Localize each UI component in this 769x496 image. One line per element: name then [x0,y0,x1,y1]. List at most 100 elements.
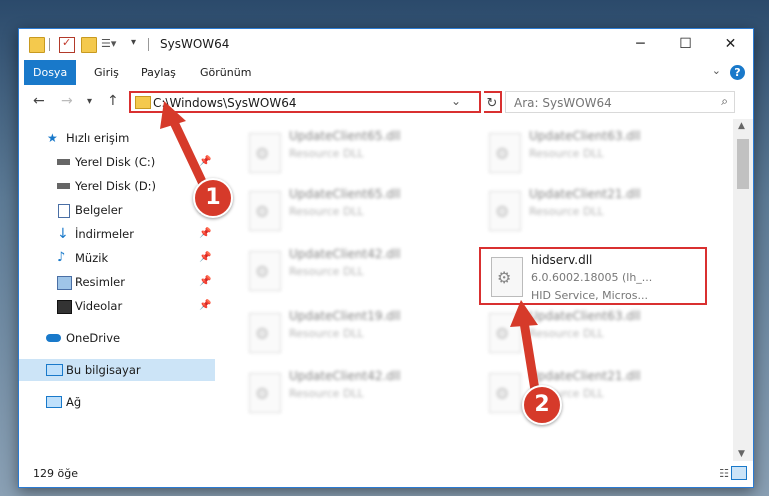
folder-icon [135,96,151,109]
dll-file-icon [249,373,281,413]
quick-access-dropdown-icon[interactable]: ▾ [131,37,145,51]
scroll-down-icon[interactable]: ▼ [738,449,745,459]
videos-icon [57,300,72,314]
address-dropdown-icon[interactable]: ⌄ [451,94,461,108]
file-list: UpdateClient65.dll Resource DLL UpdateCl… [215,119,733,461]
sidebar-item-videos[interactable]: Videolar 📌 [19,295,215,317]
new-folder-icon[interactable] [81,37,97,53]
file-item[interactable]: UpdateClient21.dll Resource DLL [479,183,699,239]
file-description: Resource DLL [289,387,364,400]
file-description: HID Service, Micros... [531,289,648,302]
sidebar-item-pictures[interactable]: Resimler 📌 [19,271,215,293]
forward-arrow-icon[interactable]: → [61,93,73,109]
maximize-icon[interactable]: ☐ [663,29,708,60]
step-badge-1: 1 [193,178,233,218]
drive-icon [57,183,70,189]
sidebar-item-documents[interactable]: Belgeler 📌 [19,199,215,221]
back-arrow-icon[interactable]: ← [33,93,45,109]
download-icon: ↓ [57,226,69,242]
expand-ribbon-icon[interactable]: ⌄ [712,64,721,77]
pin-icon: 📌 [199,300,212,311]
dll-file-icon [489,373,521,413]
sidebar-item-label: İndirmeler [75,227,134,241]
network-icon [46,396,62,408]
refresh-icon[interactable]: ↻ [484,91,502,113]
divider [49,38,50,51]
sidebar-item-label: Yerel Disk (C:) [75,155,156,169]
status-bar: 129 öğe ☷ [19,461,753,487]
file-description: Resource DLL [289,265,364,278]
file-item[interactable]: UpdateClient19.dll Resource DLL [239,305,459,361]
file-item[interactable]: UpdateClient65.dll Resource DLL [239,125,459,181]
tab-giris[interactable]: Giriş [85,60,128,85]
dll-file-icon [249,251,281,291]
close-icon[interactable]: ✕ [708,29,753,60]
file-description: Resource DLL [529,327,604,340]
navigation-bar: ← → ▾ ↑ C:\Windows\SysWOW64 ⌄ ↻ ⌕ [19,85,753,119]
pin-icon: 📌 [199,228,212,239]
file-version: 6.0.6002.18005 (lh_... [531,271,653,284]
file-name: UpdateClient19.dll [289,309,401,323]
sidebar-item-music[interactable]: ♪ Müzik 📌 [19,247,215,269]
sidebar-item-label: Videolar [75,299,123,313]
file-item-hidserv[interactable]: hidserv.dll 6.0.6002.18005 (lh_... HID S… [479,247,707,305]
file-name: UpdateClient63.dll [529,129,641,143]
address-bar[interactable]: C:\Windows\SysWOW64 ⌄ [129,91,481,113]
file-name: UpdateClient21.dll [529,369,641,383]
music-icon: ♪ [57,250,66,265]
vertical-scrollbar[interactable]: ▲ ▼ [733,119,753,461]
tab-gorunum[interactable]: Görünüm [191,60,260,85]
customize-quick-access-icon[interactable]: ☰▾ [101,37,116,51]
explorer-window: ☰▾ ▾ SysWOW64 ─ ☐ ✕ Dosya Giriş Paylaş G… [18,28,754,488]
computer-icon [46,364,63,376]
dll-file-icon [489,313,521,353]
file-name: UpdateClient42.dll [289,247,401,261]
details-view-icon[interactable]: ☷ [719,467,729,480]
sidebar-item-network[interactable]: Ağ [19,391,215,413]
dll-file-icon [491,257,523,297]
up-arrow-icon[interactable]: ↑ [107,93,119,109]
tab-dosya[interactable]: Dosya [24,60,77,85]
address-path: C:\Windows\SysWOW64 [153,96,297,110]
sidebar-item-this-pc[interactable]: Bu bilgisayar [19,359,215,381]
file-name: UpdateClient65.dll [289,129,401,143]
sidebar-item-quick-access[interactable]: ★ Hızlı erişim [19,127,215,149]
large-icons-view-icon[interactable] [731,466,747,480]
folder-icon [29,37,45,53]
file-item[interactable]: UpdateClient42.dll Resource DLL [239,365,459,421]
recent-locations-icon[interactable]: ▾ [87,96,92,107]
file-name: hidserv.dll [531,253,593,267]
dll-file-icon [489,191,521,231]
sidebar-item-label: Ağ [66,395,82,409]
file-item[interactable]: UpdateClient21.dll Resource DLL [479,365,699,421]
sidebar-item-onedrive[interactable]: OneDrive [19,327,215,349]
sidebar-item-local-disk-c[interactable]: Yerel Disk (C:) 📌 [19,151,215,173]
documents-icon [58,204,70,218]
file-item[interactable]: UpdateClient65.dll Resource DLL [239,183,459,239]
scroll-up-icon[interactable]: ▲ [738,121,745,131]
help-icon[interactable]: ? [730,65,745,80]
properties-icon[interactable] [59,36,75,53]
sidebar-item-label: Resimler [75,275,125,289]
search-box[interactable]: ⌕ [505,91,735,113]
minimize-icon[interactable]: ─ [618,29,663,60]
dll-file-icon [249,313,281,353]
sidebar-item-downloads[interactable]: ↓ İndirmeler 📌 [19,223,215,245]
sidebar-item-label: Müzik [75,251,109,265]
pictures-icon [57,276,72,290]
divider [148,38,149,51]
file-item[interactable]: UpdateClient42.dll Resource DLL [239,243,459,299]
sidebar-item-label: Belgeler [75,203,123,217]
file-item[interactable]: UpdateClient63.dll Resource DLL [479,305,699,361]
search-input[interactable] [512,95,706,111]
sidebar-item-label: OneDrive [66,331,121,345]
drive-icon [57,159,70,165]
tab-paylas[interactable]: Paylaş [132,60,185,85]
file-description: Resource DLL [289,205,364,218]
file-item[interactable]: UpdateClient63.dll Resource DLL [479,125,699,181]
scroll-thumb[interactable] [737,139,749,189]
search-icon[interactable]: ⌕ [721,94,728,109]
sidebar-item-local-disk-d[interactable]: Yerel Disk (D:) 📌 [19,175,215,197]
title-bar: ☰▾ ▾ SysWOW64 ─ ☐ ✕ [19,29,753,60]
step-badge-2: 2 [522,385,562,425]
